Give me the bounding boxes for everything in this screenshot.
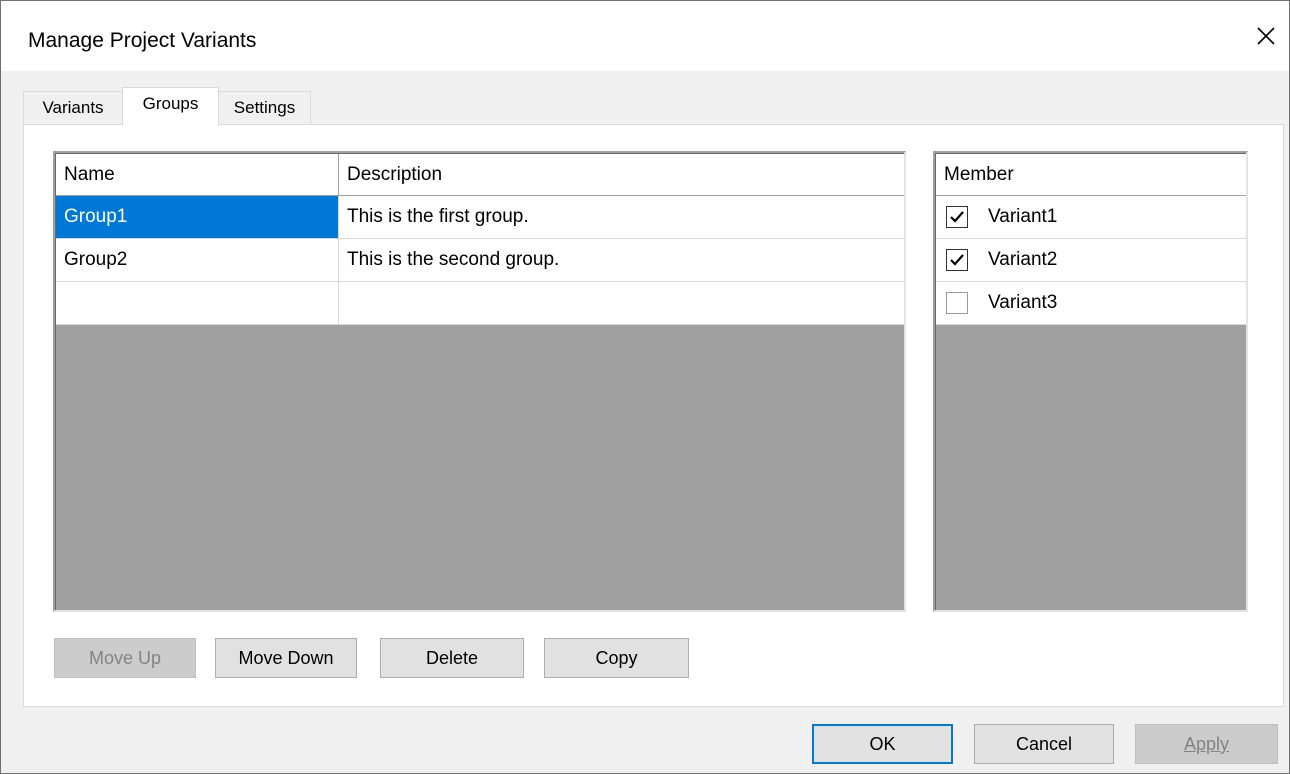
group-name-cell[interactable]: Group1: [56, 196, 339, 239]
group-name-cell[interactable]: Group2: [56, 239, 339, 282]
member-label: Variant3: [988, 292, 1058, 313]
member-label: Variant2: [988, 249, 1058, 270]
members-grid[interactable]: Member Variant1 Variant2 Variant3: [933, 151, 1248, 612]
cancel-button[interactable]: Cancel: [974, 724, 1114, 764]
tab-variants[interactable]: Variants: [23, 91, 123, 125]
move-down-button[interactable]: Move Down: [215, 638, 357, 678]
member-checkbox-variant2[interactable]: [946, 249, 968, 271]
member-checkbox-variant3[interactable]: [946, 292, 968, 314]
group-description-cell[interactable]: This is the second group.: [339, 239, 904, 282]
member-row-variant1[interactable]: Variant1: [936, 196, 1246, 239]
groups-tab-panel: Name Description Group1 This is the firs…: [23, 124, 1284, 707]
title-bar[interactable]: Manage Project Variants: [1, 1, 1289, 71]
member-checkbox-variant1[interactable]: [946, 206, 968, 228]
column-header-name[interactable]: Name: [56, 154, 339, 196]
copy-button[interactable]: Copy: [544, 638, 689, 678]
dialog-title: Manage Project Variants: [28, 29, 257, 52]
close-button[interactable]: [1243, 1, 1289, 71]
ok-button[interactable]: OK: [812, 724, 953, 764]
member-row-variant2[interactable]: Variant2: [936, 239, 1246, 282]
member-row-variant3[interactable]: Variant3: [936, 282, 1246, 325]
close-icon: [1257, 27, 1275, 45]
tab-groups[interactable]: Groups: [122, 87, 219, 126]
move-up-button[interactable]: Move Up: [54, 638, 196, 678]
column-header-member[interactable]: Member: [936, 154, 1246, 196]
member-label: Variant1: [988, 206, 1058, 227]
checkmark-icon: [950, 211, 964, 223]
new-group-name-cell[interactable]: [56, 282, 339, 325]
checkmark-icon: [950, 254, 964, 266]
new-group-description-cell[interactable]: [339, 282, 904, 325]
groups-grid[interactable]: Name Description Group1 This is the firs…: [53, 151, 906, 612]
apply-label: Apply: [1183, 734, 1230, 754]
group-description-cell[interactable]: This is the first group.: [339, 196, 904, 239]
manage-project-variants-dialog: Manage Project Variants Variants Groups …: [0, 0, 1290, 774]
delete-button[interactable]: Delete: [380, 638, 524, 678]
column-header-description[interactable]: Description: [339, 154, 904, 196]
tab-settings[interactable]: Settings: [218, 91, 311, 125]
apply-button[interactable]: Apply: [1135, 724, 1278, 764]
